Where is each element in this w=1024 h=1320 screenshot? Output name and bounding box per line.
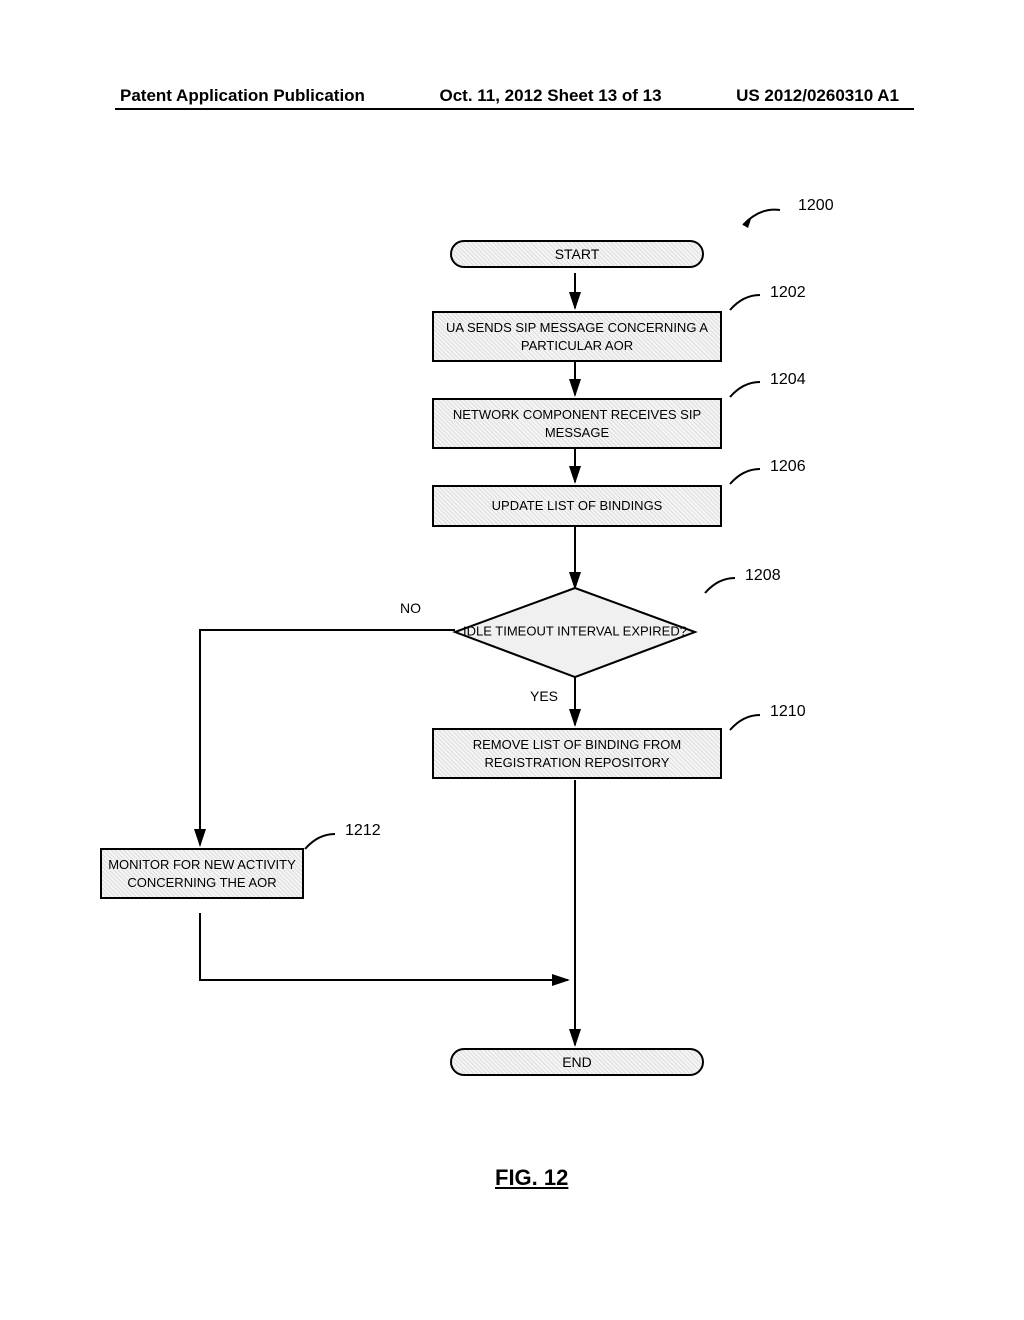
ref-1200: 1200: [798, 197, 834, 215]
start-label: START: [555, 246, 600, 262]
leader-1210: [725, 705, 775, 735]
process-1204: NETWORK COMPONENT RECEIVES SIP MESSAGE: [432, 398, 722, 449]
leader-1212: [300, 824, 350, 854]
terminator-start: START: [450, 240, 704, 268]
ref-1210: 1210: [770, 703, 806, 721]
end-label: END: [562, 1054, 592, 1070]
ref-1204: 1204: [770, 371, 806, 389]
step-1206-text: UPDATE LIST OF BINDINGS: [492, 498, 663, 513]
leader-1208: [700, 568, 750, 598]
step-1204-text: NETWORK COMPONENT RECEIVES SIP MESSAGE: [453, 407, 701, 440]
step-1202-text: UA SENDS SIP MESSAGE CONCERNING A PARTIC…: [446, 320, 708, 353]
ref-1212: 1212: [345, 822, 381, 840]
process-1210: REMOVE LIST OF BINDING FROM REGISTRATION…: [432, 728, 722, 779]
step-1210-text: REMOVE LIST OF BINDING FROM REGISTRATION…: [473, 737, 682, 770]
ref-1206: 1206: [770, 458, 806, 476]
header-right: US 2012/0260310 A1: [736, 86, 899, 106]
decision-1208-text: IDLE TIMEOUT INTERVAL EXPIRED?: [463, 624, 687, 641]
ref-1202: 1202: [770, 284, 806, 302]
page-header: Patent Application Publication Oct. 11, …: [0, 86, 1024, 106]
header-center: Oct. 11, 2012 Sheet 13 of 13: [439, 86, 661, 106]
leader-1206: [725, 459, 775, 489]
process-1212: MONITOR FOR NEW ACTIVITY CONCERNING THE …: [100, 848, 304, 899]
ref-1208: 1208: [745, 567, 781, 585]
leader-1202: [725, 285, 775, 315]
leader-1204: [725, 372, 775, 402]
figure-label: FIG. 12: [495, 1165, 568, 1191]
header-left: Patent Application Publication: [120, 86, 365, 106]
decision-no-label: NO: [400, 600, 421, 616]
leader-1200: [735, 195, 805, 235]
step-1212-text: MONITOR FOR NEW ACTIVITY CONCERNING THE …: [108, 857, 296, 890]
process-1206: UPDATE LIST OF BINDINGS: [432, 485, 722, 527]
header-rule: [115, 108, 914, 110]
terminator-end: END: [450, 1048, 704, 1076]
process-1202: UA SENDS SIP MESSAGE CONCERNING A PARTIC…: [432, 311, 722, 362]
decision-yes-label: YES: [530, 688, 558, 704]
